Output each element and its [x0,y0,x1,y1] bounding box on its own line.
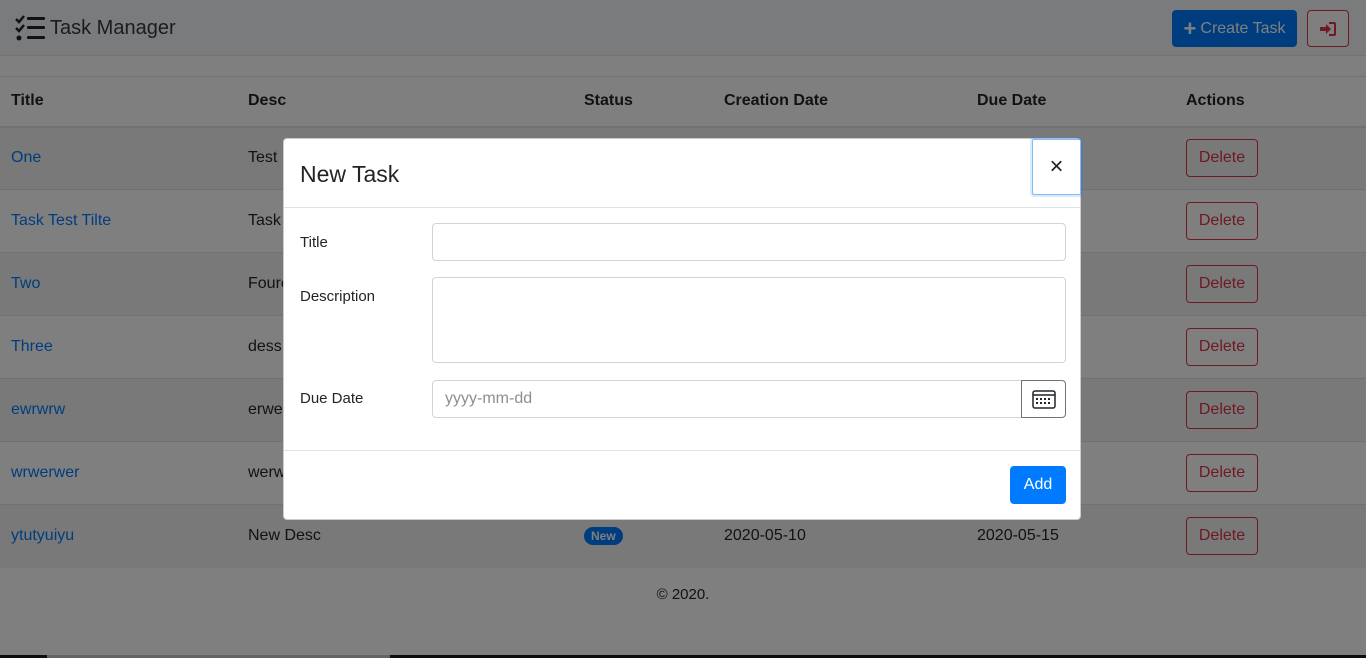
modal-footer-divider [284,450,1080,451]
add-button[interactable]: Add [1010,466,1066,504]
modal-header: New Task × [284,139,1081,208]
description-label: Description [300,288,376,305]
close-button[interactable]: × [1032,139,1081,195]
description-textarea[interactable] [432,277,1066,363]
modal-title: New Task [300,161,400,187]
due-date-label: Due Date [300,390,364,407]
calendar-icon [1031,390,1056,409]
due-date-input[interactable] [432,380,1022,418]
calendar-button[interactable] [1021,380,1066,418]
close-icon: × [1049,153,1064,180]
title-input[interactable] [432,223,1066,261]
new-task-modal: New Task × Title Description Due Date Ad… [283,138,1081,520]
title-label: Title [300,234,328,251]
